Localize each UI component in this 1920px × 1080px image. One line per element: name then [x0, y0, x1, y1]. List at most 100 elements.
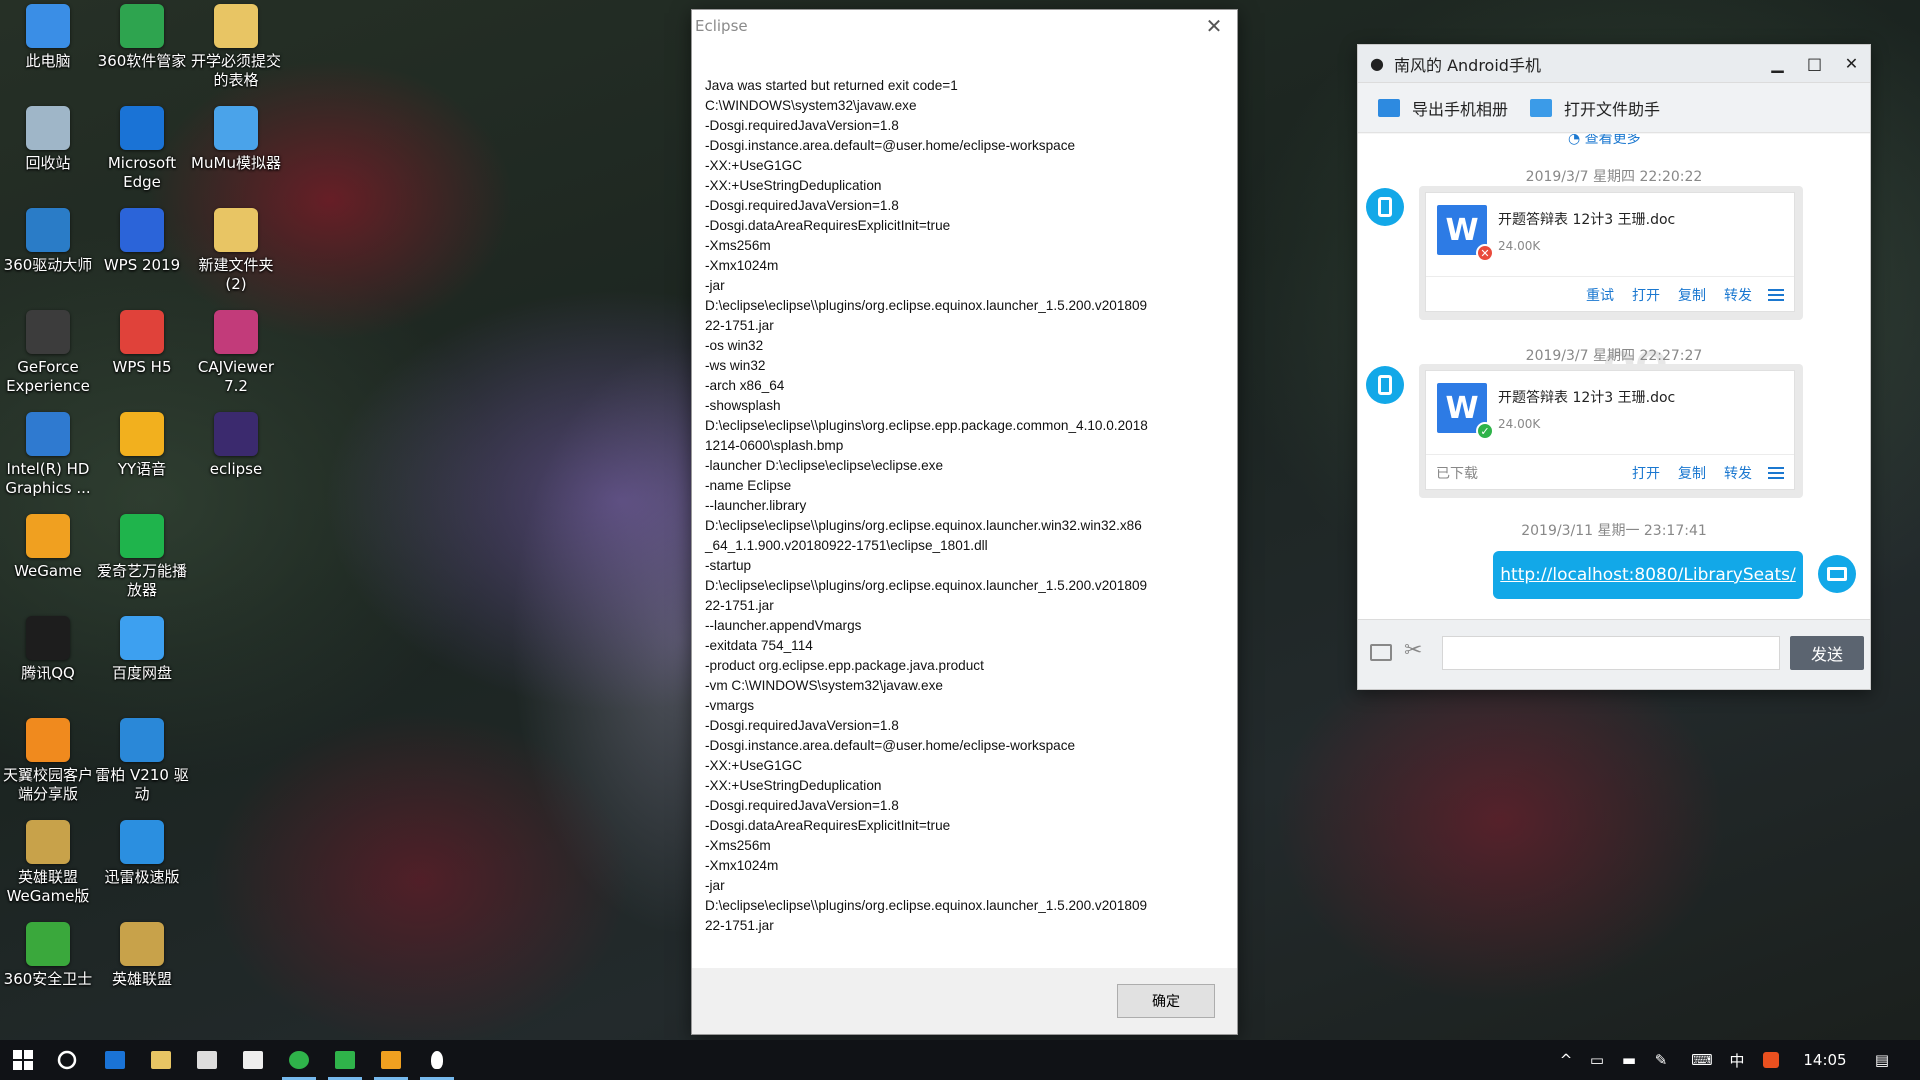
- desktop-icon[interactable]: Intel(R) HD Graphics ...: [0, 408, 96, 504]
- close-icon[interactable]: ✕: [1191, 10, 1237, 42]
- desktop-icon[interactable]: 雷柏 V210 驱动: [94, 714, 190, 810]
- monitor-icon: [1827, 567, 1847, 581]
- cortana-button[interactable]: [44, 1040, 90, 1080]
- maximize-icon[interactable]: □: [1796, 45, 1833, 83]
- notification-icon[interactable]: ▤: [1862, 1040, 1902, 1080]
- keyboard-icon[interactable]: ⌨: [1684, 1040, 1720, 1080]
- qq-chat-window: ● 南风的 Android手机 ▁ □ ✕ 导出手机相册 打开文件助手 ◔ 查看…: [1357, 44, 1871, 690]
- desktop-icon[interactable]: 天翼校园客户端分享版: [0, 714, 96, 810]
- message-line: C:\WINDOWS\system32\javaw.exe: [705, 98, 917, 113]
- export-album-button[interactable]: 导出手机相册: [1378, 96, 1508, 120]
- desktop-icon-label: 此电脑: [25, 52, 71, 70]
- edge-icon: [105, 1051, 125, 1069]
- desktop-icon-label: WeGame: [14, 562, 82, 580]
- message-line: -Xms256m: [705, 238, 771, 253]
- phone-avatar[interactable]: [1366, 366, 1404, 404]
- folder-icon[interactable]: [1370, 644, 1392, 661]
- file-actions: 已下载 打开 复制 转发: [1426, 455, 1794, 490]
- show-hidden-icons[interactable]: ^: [1552, 1040, 1580, 1080]
- qq-titlebar[interactable]: ● 南风的 Android手机 ▁ □ ✕: [1358, 45, 1870, 83]
- sogou-icon[interactable]: [1756, 1040, 1786, 1080]
- more-menu-icon[interactable]: [1768, 288, 1784, 301]
- copy-button[interactable]: 复制: [1678, 463, 1706, 483]
- url-link[interactable]: http://localhost:8080/LibrarySeats/: [1493, 551, 1803, 599]
- desktop-icon[interactable]: 迅雷极速版: [94, 816, 190, 912]
- desktop-icon[interactable]: 腾讯QQ: [0, 612, 96, 708]
- desktop-icon[interactable]: Microsoft Edge: [94, 102, 190, 198]
- taskbar-wechat[interactable]: [322, 1040, 368, 1080]
- message-line: -exitdata 754_114: [705, 638, 813, 653]
- message-timestamp: 2019/3/7 星期四 22:27:27: [1525, 348, 1703, 364]
- start-button[interactable]: [0, 1040, 46, 1080]
- message-line: -Xmx1024m: [705, 258, 779, 273]
- pen-icon[interactable]: ✎: [1646, 1040, 1676, 1080]
- wps-doc-icon[interactable]: W ✓: [1437, 383, 1494, 440]
- message-list[interactable]: ◔ 查看更多 2019/3/7 星期四 22:20:22 W ✕ 开题答辩表 1…: [1358, 134, 1870, 619]
- eclipse-icon: [214, 412, 258, 456]
- open-button[interactable]: 打开: [1632, 285, 1660, 305]
- taskbar-mail[interactable]: [230, 1040, 276, 1080]
- more-menu-icon[interactable]: [1768, 466, 1784, 479]
- edge-icon: [120, 106, 164, 150]
- ok-button[interactable]: 确定: [1117, 984, 1215, 1018]
- desktop-icon[interactable]: WeGame: [0, 510, 96, 606]
- forward-button[interactable]: 转发: [1724, 463, 1752, 483]
- battery-icon[interactable]: ▬: [1614, 1040, 1644, 1080]
- desktop-icon[interactable]: WPS H5: [94, 306, 190, 402]
- desktop-icon[interactable]: CAJViewer 7.2: [188, 306, 284, 402]
- message-line: D:\eclipse\eclipse\\plugins/org.eclipse.…: [705, 518, 1142, 533]
- taskbar-edge[interactable]: [92, 1040, 138, 1080]
- desktop-icon[interactable]: MuMu模拟器: [188, 102, 284, 198]
- file-info: W ✓ 开题答辩表 12计3 王珊.doc 24.00K: [1426, 371, 1794, 455]
- open-file-helper-button[interactable]: 打开文件助手: [1530, 96, 1660, 120]
- scissors-icon[interactable]: ✂: [1404, 638, 1422, 663]
- eclipse-icon: [381, 1051, 401, 1069]
- minimize-icon[interactable]: ▁: [1759, 45, 1796, 83]
- see-more-link[interactable]: ◔ 查看更多: [1568, 134, 1641, 148]
- message-line: _64_1.1.900.v20180922-1751\eclipse_1801.…: [705, 538, 988, 553]
- qq-icon: [431, 1051, 443, 1069]
- clock[interactable]: 14:05: [1788, 1040, 1862, 1080]
- pc-avatar[interactable]: [1818, 555, 1856, 593]
- desktop-icon[interactable]: 此电脑: [0, 0, 96, 96]
- taskbar-store[interactable]: [184, 1040, 230, 1080]
- taskbar-eclipse[interactable]: [368, 1040, 414, 1080]
- desktop-icon[interactable]: 英雄联盟 WeGame版: [0, 816, 96, 912]
- desktop-icon[interactable]: 360驱动大师: [0, 204, 96, 300]
- desktop-icon[interactable]: YY语音: [94, 408, 190, 504]
- desktop-icon[interactable]: 百度网盘: [94, 612, 190, 708]
- desktop-icon[interactable]: 开学必须提交的表格: [188, 0, 284, 96]
- desktop-icon-label: 开学必须提交的表格: [190, 52, 281, 89]
- wps-doc-icon[interactable]: W ✕: [1437, 205, 1494, 262]
- reader-icon: [214, 310, 258, 354]
- desktop-icon[interactable]: 爱奇艺万能播放器: [94, 510, 190, 606]
- desktop-icon[interactable]: 新建文件夹 (2): [188, 204, 284, 300]
- desktop-icon-label: 天翼校园客户端分享版: [2, 766, 93, 803]
- message-input[interactable]: [1442, 636, 1780, 670]
- message-line: -Dosgi.requiredJavaVersion=1.8: [705, 118, 899, 133]
- open-button[interactable]: 打开: [1632, 463, 1660, 483]
- message-line: -Dosgi.requiredJavaVersion=1.8: [705, 718, 899, 733]
- send-button[interactable]: 发送: [1790, 636, 1864, 670]
- phone-avatar[interactable]: [1366, 188, 1404, 226]
- message-line: -arch x86_64: [705, 378, 785, 393]
- taskbar-360[interactable]: [276, 1040, 322, 1080]
- desktop-icon[interactable]: 360安全卫士: [0, 918, 96, 1014]
- taskbar-qq[interactable]: [414, 1040, 460, 1080]
- close-icon[interactable]: ✕: [1833, 45, 1870, 83]
- desktop-icon[interactable]: WPS 2019: [94, 204, 190, 300]
- network-icon[interactable]: ▭: [1582, 1040, 1612, 1080]
- taskbar-file-explorer[interactable]: [138, 1040, 184, 1080]
- desktop-icon[interactable]: GeForce Experience: [0, 306, 96, 402]
- retry-button[interactable]: 重试: [1586, 285, 1614, 305]
- desktop-icon[interactable]: 360软件管家: [94, 0, 190, 96]
- forward-button[interactable]: 转发: [1724, 285, 1752, 305]
- copy-button[interactable]: 复制: [1678, 285, 1706, 305]
- desktop-icon[interactable]: eclipse: [188, 408, 284, 504]
- ime-indicator[interactable]: 中: [1722, 1040, 1752, 1080]
- taskbar: ^ ▭ ▬ ✎ ⌨ 中 14:05 ▤: [0, 1040, 1920, 1080]
- desktop-icon[interactable]: 回收站: [0, 102, 96, 198]
- desktop-icon-label: GeForce Experience: [6, 358, 90, 395]
- desktop-icon[interactable]: 英雄联盟: [94, 918, 190, 1014]
- desktop-icon-label: WPS 2019: [103, 256, 181, 274]
